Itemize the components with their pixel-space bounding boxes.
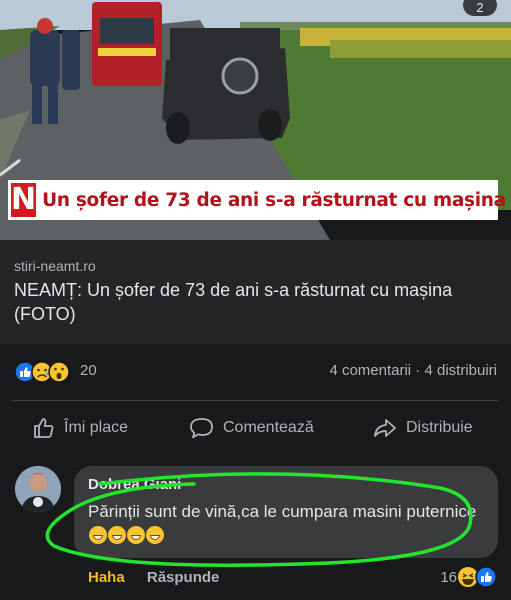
- comment-label: Comentează: [223, 419, 314, 436]
- share-arrow-icon: [374, 419, 396, 437]
- comment-body: Părinții sunt de vină,ca le cumpara masi…: [88, 502, 477, 521]
- comment-bubble-icon: [190, 418, 213, 439]
- haha-reaction-button[interactable]: Haha: [88, 569, 125, 586]
- grinning-emoji-icon: [146, 526, 164, 544]
- comment-text: Părinții sunt de vină,ca le cumpara masi…: [88, 500, 488, 548]
- media-count-badge[interactable]: 2: [463, 0, 497, 16]
- grinning-emoji-icon: [127, 526, 145, 544]
- comment-author[interactable]: Dobrea Giani: [88, 476, 181, 493]
- headline-banner: N Un șofer de 73 de ani s-a răsturnat cu…: [8, 180, 506, 220]
- comment-reaction-summary[interactable]: 16: [440, 566, 497, 588]
- comment-actions: Haha Răspunde: [88, 569, 219, 586]
- post-actions: Îmi place Comentează Distribuie: [0, 401, 511, 455]
- reaction-count[interactable]: 20: [80, 362, 97, 379]
- haha-icon: [458, 567, 478, 587]
- comment-reaction-count: 16: [440, 568, 457, 586]
- grinning-emoji-icon: [89, 526, 107, 544]
- thumbs-up-icon: [34, 418, 54, 438]
- avatar[interactable]: [15, 466, 61, 512]
- like-button[interactable]: Îmi place: [32, 415, 128, 441]
- reply-button[interactable]: Răspunde: [147, 569, 220, 586]
- headline-text: Un șofer de 73 de ani s-a răsturnat cu m…: [42, 189, 506, 211]
- link-title[interactable]: NEAMȚ: Un șofer de 73 de ani s-a răsturn…: [14, 278, 494, 326]
- comment-button[interactable]: Comentează: [189, 415, 314, 441]
- comment-share-stats[interactable]: 4 comentarii · 4 distribuiri: [329, 362, 497, 379]
- link-preview-card[interactable]: stiri-neamt.ro NEAMȚ: Un șofer de 73 de …: [0, 240, 511, 344]
- link-domain: stiri-neamt.ro: [14, 258, 96, 274]
- like-icon: [475, 566, 497, 588]
- profile-photo-icon: [15, 466, 61, 512]
- grinning-emoji-icon: [108, 526, 126, 544]
- reactions-summary: 20 4 comentarii · 4 distribuiri: [0, 344, 511, 400]
- share-button[interactable]: Distribuie: [372, 415, 473, 441]
- wow-icon: [48, 361, 70, 383]
- like-label: Îmi place: [64, 419, 129, 436]
- comment-bubble: Dobrea Giani Părinții sunt de vină,ca le…: [74, 466, 498, 558]
- reaction-icons[interactable]: [14, 361, 76, 383]
- comment-reaction-icons: [458, 566, 497, 588]
- share-label: Distribuie: [406, 419, 473, 436]
- news-logo: N: [11, 182, 37, 217]
- news-photo[interactable]: 2 N Un șofer de 73 de ani s-a răsturnat …: [0, 0, 511, 240]
